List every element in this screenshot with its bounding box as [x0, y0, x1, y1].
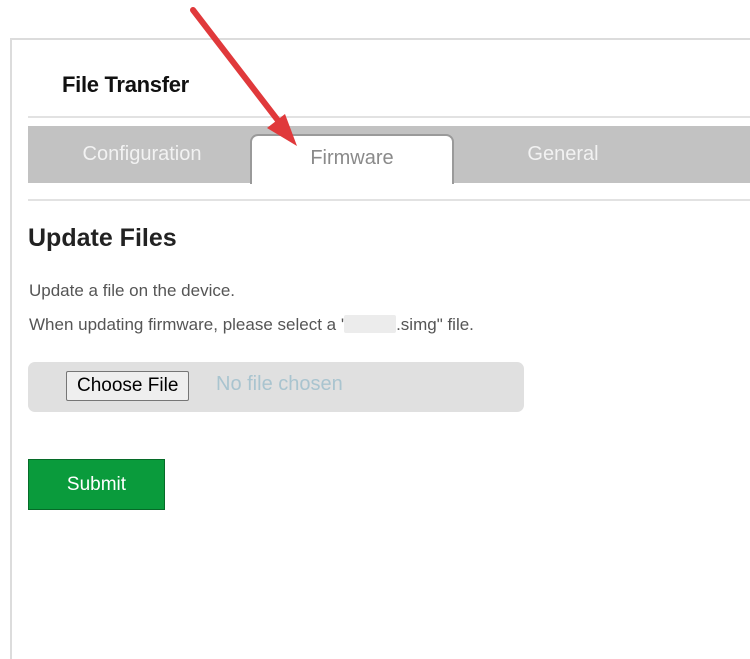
tab-configuration[interactable]: Configuration [62, 126, 222, 183]
description-line-2: When updating firmware, please select a … [29, 315, 474, 335]
page-title: File Transfer [62, 72, 189, 97]
tab-firmware[interactable]: Firmware [250, 134, 454, 184]
file-status: No file chosen [216, 373, 343, 395]
submit-button[interactable]: Submit [28, 459, 165, 510]
description-line-1: Update a file on the device. [29, 281, 236, 300]
description-prefix: When updating firmware, please select a … [29, 315, 345, 334]
section-heading: Update Files [28, 224, 177, 252]
tab-divider [28, 199, 750, 201]
redacted-filename [344, 315, 397, 333]
tab-general[interactable]: General [508, 126, 618, 183]
choose-file-button[interactable]: Choose File [66, 371, 190, 401]
title-divider [28, 116, 750, 118]
file-input[interactable]: Choose File No file chosen [28, 362, 524, 412]
description-suffix: .simg" file. [396, 315, 474, 334]
